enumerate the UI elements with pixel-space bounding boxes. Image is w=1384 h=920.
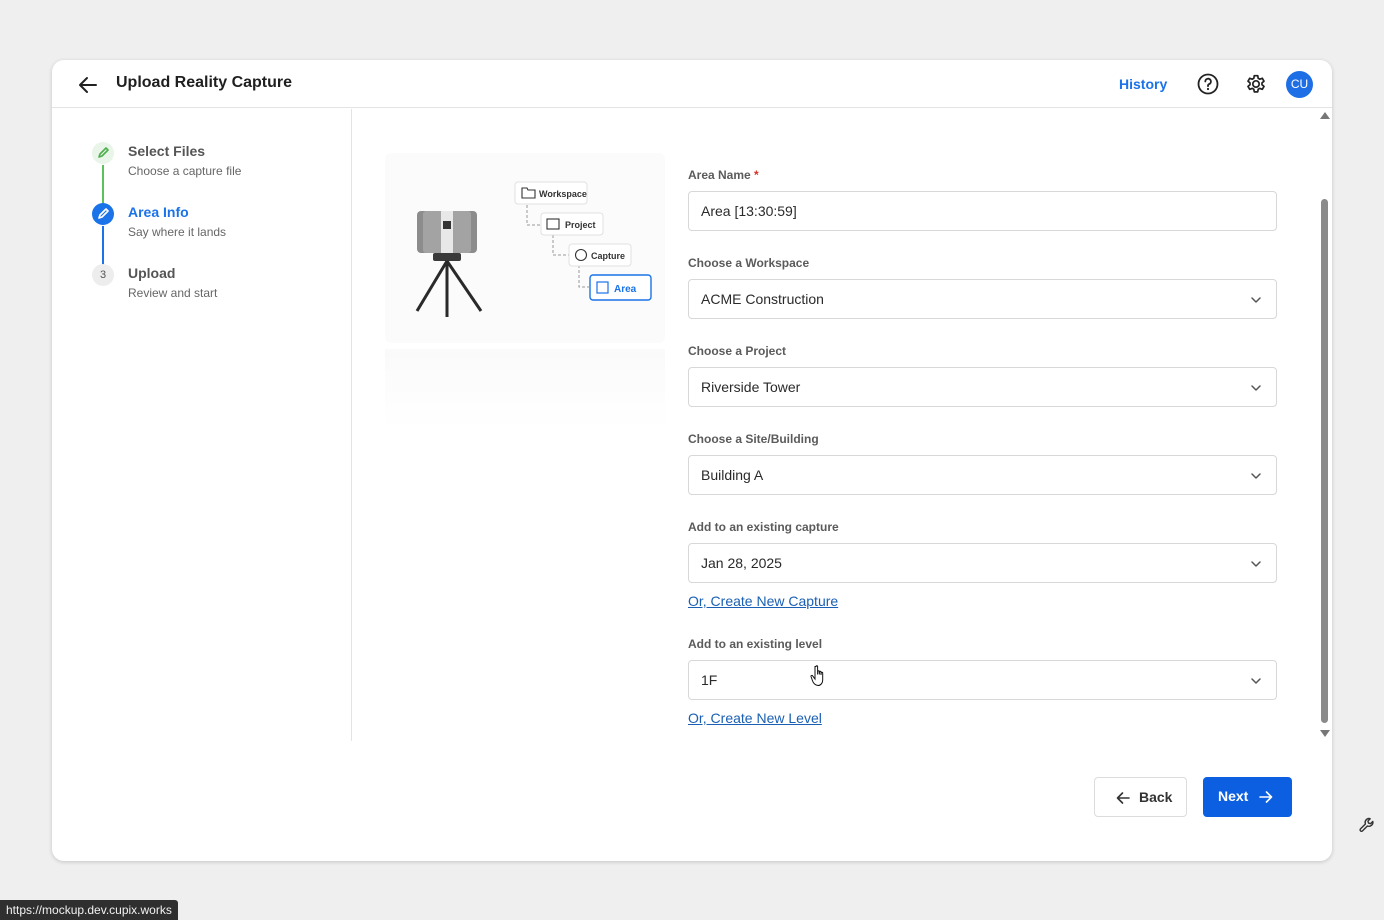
site-select[interactable]: Building A	[688, 455, 1277, 495]
wrench-icon[interactable]	[1358, 816, 1376, 834]
area-info-form: Workspace Project Capture Area Area Name…	[353, 109, 1319, 741]
content-scrollbar[interactable]	[1318, 112, 1332, 740]
capture-label: Add to an existing capture	[688, 520, 839, 534]
step-sidebar: Select Files Choose a capture file Area …	[52, 109, 352, 741]
scrollbar-thumb[interactable]	[1321, 199, 1328, 723]
tree-capture-label: Capture	[591, 251, 625, 261]
scanner-hierarchy-diagram: Workspace Project Capture Area	[415, 181, 652, 317]
step-1-title[interactable]: Select Files	[128, 143, 205, 159]
dialog-header: Upload Reality Capture History CU	[52, 60, 1332, 108]
arrow-left-icon	[1116, 792, 1130, 804]
chevron-down-icon	[1251, 678, 1261, 684]
scanner-icon	[415, 211, 483, 317]
create-capture-link[interactable]: Or, Create New Capture	[688, 593, 838, 609]
scroll-up-arrow-icon[interactable]	[1320, 112, 1330, 119]
step-3-subtitle: Review and start	[128, 286, 218, 300]
next-button-label: Next	[1218, 788, 1249, 804]
step-3-indicator: 3	[92, 264, 114, 286]
hierarchy-illustration: Workspace Project Capture Area	[385, 153, 665, 343]
site-label: Choose a Site/Building	[688, 432, 819, 446]
project-select[interactable]: Riverside Tower	[688, 367, 1277, 407]
step-connector	[102, 226, 104, 266]
area-name-label: Area Name *	[688, 168, 759, 182]
back-arrow-icon[interactable]	[76, 73, 100, 97]
level-label: Add to an existing level	[688, 637, 823, 651]
step-2-indicator	[92, 203, 114, 225]
history-link[interactable]: History	[1119, 76, 1167, 92]
pencil-icon	[98, 147, 109, 158]
back-button-label: Back	[1139, 789, 1173, 805]
status-bar-url: https://mockup.dev.cupix.works	[0, 900, 178, 920]
tree-area-label: Area	[614, 284, 637, 295]
area-name-input[interactable]: Area [13:30:59]	[688, 191, 1277, 231]
capture-select[interactable]: Jan 28, 2025	[688, 543, 1277, 583]
pencil-icon	[98, 208, 109, 219]
tree-workspace-label: Workspace	[539, 189, 587, 199]
chevron-down-icon	[1251, 385, 1261, 391]
tree-project-label: Project	[565, 220, 596, 230]
step-connector	[102, 165, 104, 205]
page-title: Upload Reality Capture	[116, 74, 293, 91]
scroll-down-arrow-icon[interactable]	[1320, 730, 1330, 737]
illustration-caption-placeholder	[385, 349, 665, 429]
step-1-subtitle: Choose a capture file	[128, 164, 242, 178]
chevron-down-icon	[1251, 561, 1261, 567]
upload-dialog: Upload Reality Capture History CU Select…	[52, 60, 1332, 861]
user-avatar[interactable]: CU	[1286, 71, 1313, 98]
hand-cursor-icon	[810, 665, 824, 687]
chevron-down-icon	[1251, 473, 1261, 479]
step-2-title[interactable]: Area Info	[128, 204, 189, 220]
level-select[interactable]: 1F	[688, 660, 1277, 700]
required-mark: *	[754, 168, 759, 182]
create-level-link[interactable]: Or, Create New Level	[688, 710, 822, 726]
workspace-label: Choose a Workspace	[688, 256, 810, 270]
step-2-subtitle: Say where it lands	[128, 225, 227, 239]
arrow-right-icon	[1259, 791, 1273, 803]
gear-icon[interactable]	[1244, 72, 1268, 96]
help-icon[interactable]	[1196, 72, 1220, 96]
project-label: Choose a Project	[688, 344, 787, 358]
workspace-select[interactable]: ACME Construction	[688, 279, 1277, 319]
step-3-title[interactable]: Upload	[128, 265, 175, 281]
chevron-down-icon	[1251, 297, 1261, 303]
next-button[interactable]: Next	[1203, 777, 1292, 817]
back-button[interactable]: Back	[1094, 777, 1187, 817]
step-1-indicator	[92, 142, 114, 164]
